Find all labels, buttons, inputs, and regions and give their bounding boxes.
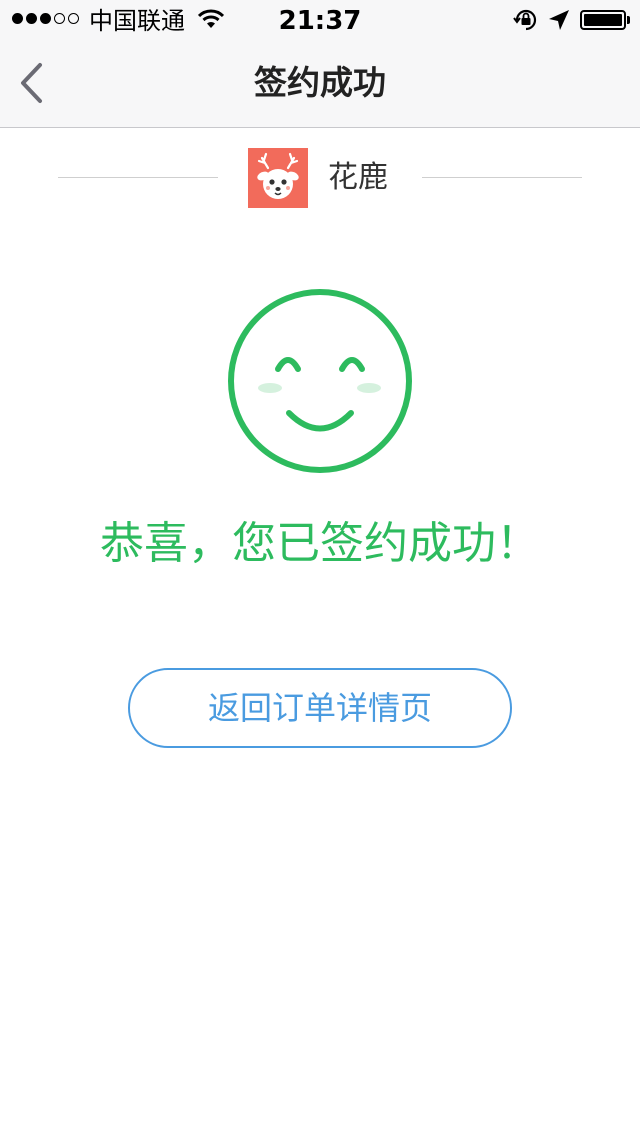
battery-tip [627, 16, 630, 24]
rotation-lock-icon [513, 9, 537, 31]
return-to-order-details-button[interactable]: 返回订单详情页 [128, 668, 512, 748]
navigation-bar: 签约成功 [0, 40, 640, 128]
brand-header: 花鹿 [0, 148, 640, 208]
page-title: 签约成功 [254, 63, 386, 102]
deer-logo-icon [248, 148, 308, 208]
status-time: 21:37 [278, 6, 362, 36]
battery-icon [580, 10, 626, 30]
divider-right [422, 177, 582, 178]
smiley-face-icon [228, 289, 412, 473]
divider-left [58, 177, 218, 178]
battery-level [584, 14, 622, 26]
status-bar: 中国联通 21:37 [0, 0, 640, 40]
screen: 中国联通 21:37 签约成功 花鹿 恭喜，您已签约成功！ 返回订单详情页 [0, 0, 640, 1136]
location-arrow-icon [549, 10, 569, 30]
brand-name: 花鹿 [328, 160, 388, 195]
success-message: 恭喜，您已签约成功！ [100, 518, 540, 569]
